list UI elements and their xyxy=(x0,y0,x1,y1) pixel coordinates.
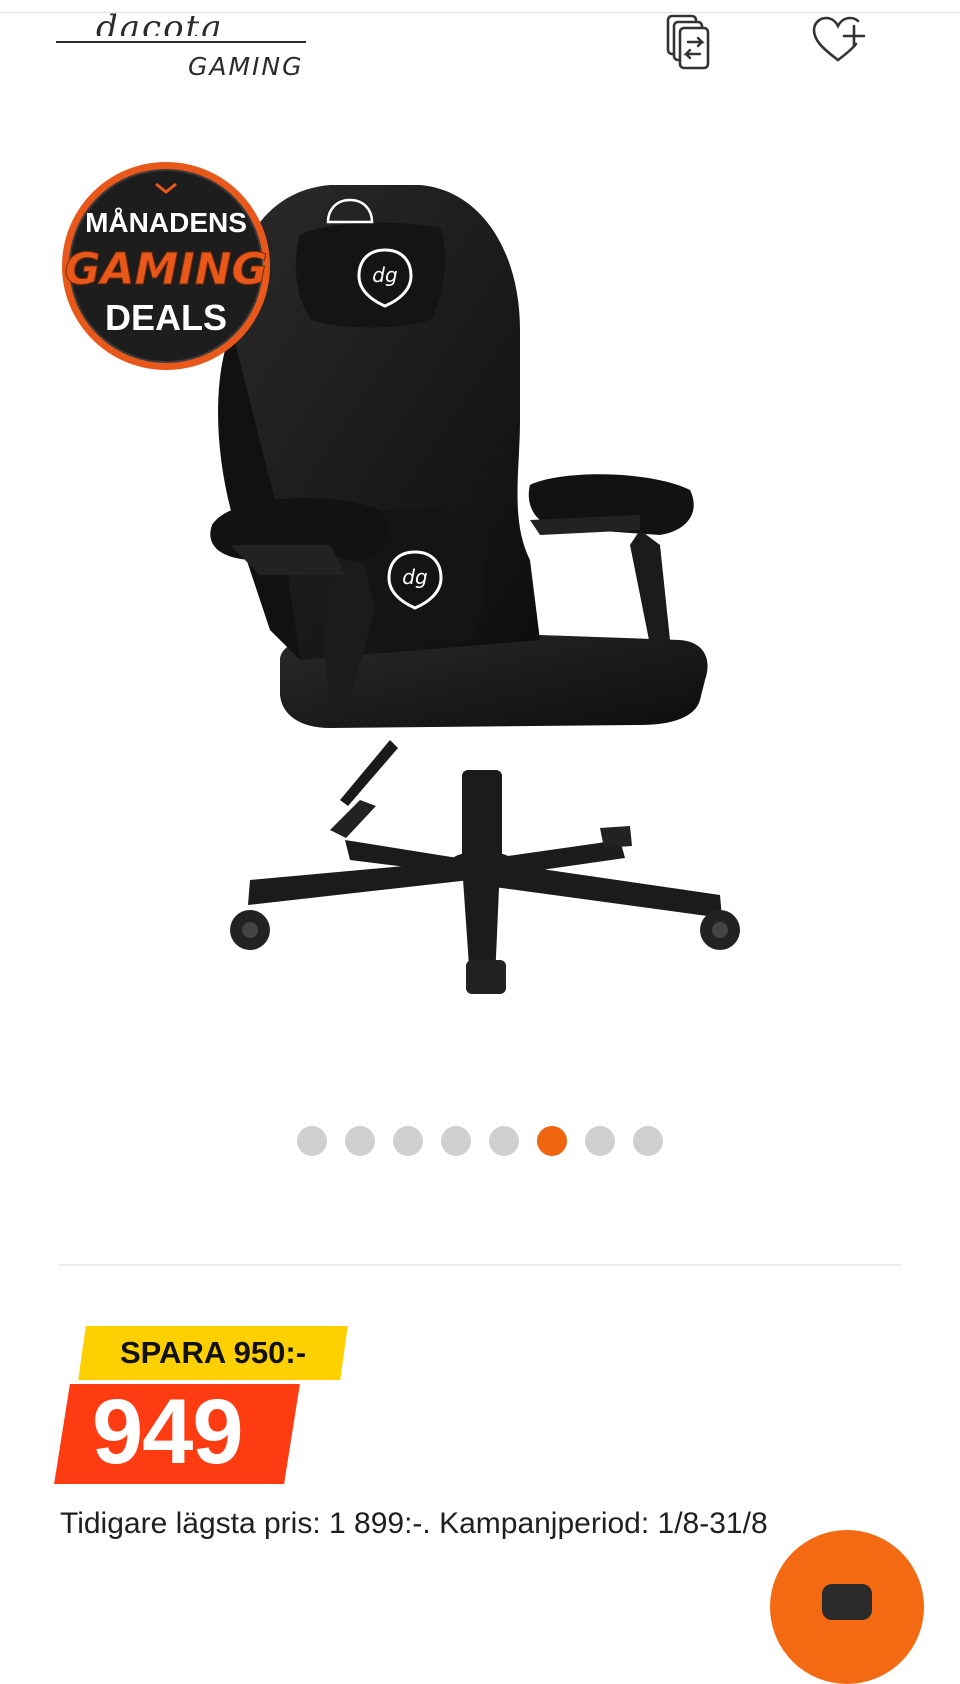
save-badge: SPARA 950:- xyxy=(78,1326,348,1380)
badge-line-1: MÅNADENS xyxy=(85,207,247,238)
compare-button[interactable] xyxy=(666,12,722,72)
badge-line-2: GAMING xyxy=(64,244,267,295)
product-image-gallery[interactable]: dg dg MÅNADENS GAMING DEALS xyxy=(0,100,960,1060)
section-divider xyxy=(58,1264,902,1266)
wishlist-button[interactable] xyxy=(812,16,868,76)
chat-icon xyxy=(822,1584,872,1620)
current-price: 949 xyxy=(92,1381,244,1483)
logo-wordmark: dacota xyxy=(96,8,224,36)
gallery-dot-4[interactable] xyxy=(441,1126,471,1156)
badge-line-3: DEALS xyxy=(105,297,227,338)
gallery-dot-6[interactable] xyxy=(537,1126,567,1156)
heart-plus-icon xyxy=(812,16,866,62)
gallery-dot-5[interactable] xyxy=(489,1126,519,1156)
pillow-emblem: dg xyxy=(372,263,397,287)
compare-icon xyxy=(666,14,710,70)
logo-rule xyxy=(56,41,306,43)
gallery-dot-2[interactable] xyxy=(345,1126,375,1156)
lumbar-emblem: dg xyxy=(402,565,427,589)
gallery-dot-1[interactable] xyxy=(297,1126,327,1156)
gallery-pagination xyxy=(0,1126,960,1158)
monthly-gaming-deals-badge: MÅNADENS GAMING DEALS xyxy=(62,162,270,370)
save-label: SPARA 950:- xyxy=(119,1335,307,1370)
gallery-dot-7[interactable] xyxy=(585,1126,615,1156)
gallery-dot-8[interactable] xyxy=(633,1126,663,1156)
gallery-dot-3[interactable] xyxy=(393,1126,423,1156)
brand-logo[interactable]: dacota GAMING xyxy=(56,8,306,86)
prior-price-note: Tidigare lägsta pris: 1 899:-. Kampanjpe… xyxy=(60,1507,768,1540)
floating-action-button[interactable] xyxy=(770,1530,924,1684)
logo-subtitle: GAMING xyxy=(188,52,304,81)
